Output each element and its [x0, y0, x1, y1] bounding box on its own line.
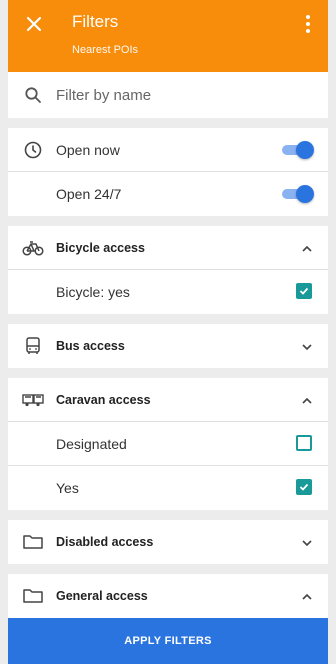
page-subtitle: Nearest POIs: [72, 44, 139, 56]
bicycle-yes-checkbox[interactable]: [296, 283, 312, 299]
caravan-yes-row[interactable]: Yes: [8, 466, 328, 510]
bicycle-access-section: Bicycle access Bicycle: yes: [8, 226, 328, 314]
caravan-icon: [22, 394, 44, 407]
caravan-access-title: Caravan access: [56, 393, 151, 407]
filters-sheet: Open now Open 24/7 Bicycle access: [8, 72, 328, 618]
bus-icon: [26, 337, 40, 354]
search-input[interactable]: [56, 83, 306, 107]
apply-filters-button[interactable]: APPLY FILTERS: [8, 618, 328, 664]
bicycle-access-title: Bicycle access: [56, 241, 145, 255]
bicycle-yes-label: Bicycle: yes: [56, 284, 130, 300]
disabled-access-section: Disabled access: [8, 520, 328, 564]
general-access-section: General access: [8, 574, 328, 618]
bicycle-icon: [22, 241, 44, 256]
app-bar: Filters Nearest POIs: [8, 0, 328, 72]
caravan-yes-label: Yes: [56, 480, 79, 496]
search-icon: [25, 87, 41, 103]
clock-icon: [24, 141, 42, 159]
bus-access-section: Bus access: [8, 324, 328, 368]
chevron-up-icon: [302, 397, 312, 404]
close-icon[interactable]: [22, 12, 46, 36]
open-24-7-row[interactable]: Open 24/7: [8, 172, 328, 216]
disabled-access-title: Disabled access: [56, 535, 154, 549]
caravan-yes-checkbox[interactable]: [296, 479, 312, 495]
open-now-toggle[interactable]: [282, 141, 314, 159]
bicycle-yes-row[interactable]: Bicycle: yes: [8, 270, 328, 314]
open-24-7-label: Open 24/7: [56, 186, 122, 202]
open-24-7-toggle[interactable]: [282, 185, 314, 203]
folder-icon: [23, 535, 43, 549]
caravan-designated-label: Designated: [56, 436, 127, 452]
general-access-header[interactable]: General access: [8, 574, 328, 618]
chevron-down-icon: [302, 540, 312, 547]
page-title: Filters: [72, 12, 119, 31]
caravan-access-header[interactable]: Caravan access: [8, 378, 328, 422]
chevron-down-icon: [302, 344, 312, 351]
bus-access-header[interactable]: Bus access: [8, 324, 328, 368]
chevron-up-icon: [302, 593, 312, 600]
caravan-designated-row[interactable]: Designated: [8, 422, 328, 466]
caravan-designated-checkbox[interactable]: [296, 435, 312, 451]
general-access-title: General access: [56, 589, 148, 603]
open-now-label: Open now: [56, 142, 120, 158]
disabled-access-header[interactable]: Disabled access: [8, 520, 328, 564]
search-bar: [8, 72, 328, 118]
open-now-row[interactable]: Open now: [8, 128, 328, 172]
folder-icon: [23, 589, 43, 603]
opening-hours-group: Open now Open 24/7: [8, 128, 328, 216]
caravan-access-section: Caravan access Designated Yes: [8, 378, 328, 510]
more-vert-icon[interactable]: [298, 12, 318, 36]
bicycle-access-header[interactable]: Bicycle access: [8, 226, 328, 270]
chevron-up-icon: [302, 245, 312, 252]
bus-access-title: Bus access: [56, 339, 125, 353]
